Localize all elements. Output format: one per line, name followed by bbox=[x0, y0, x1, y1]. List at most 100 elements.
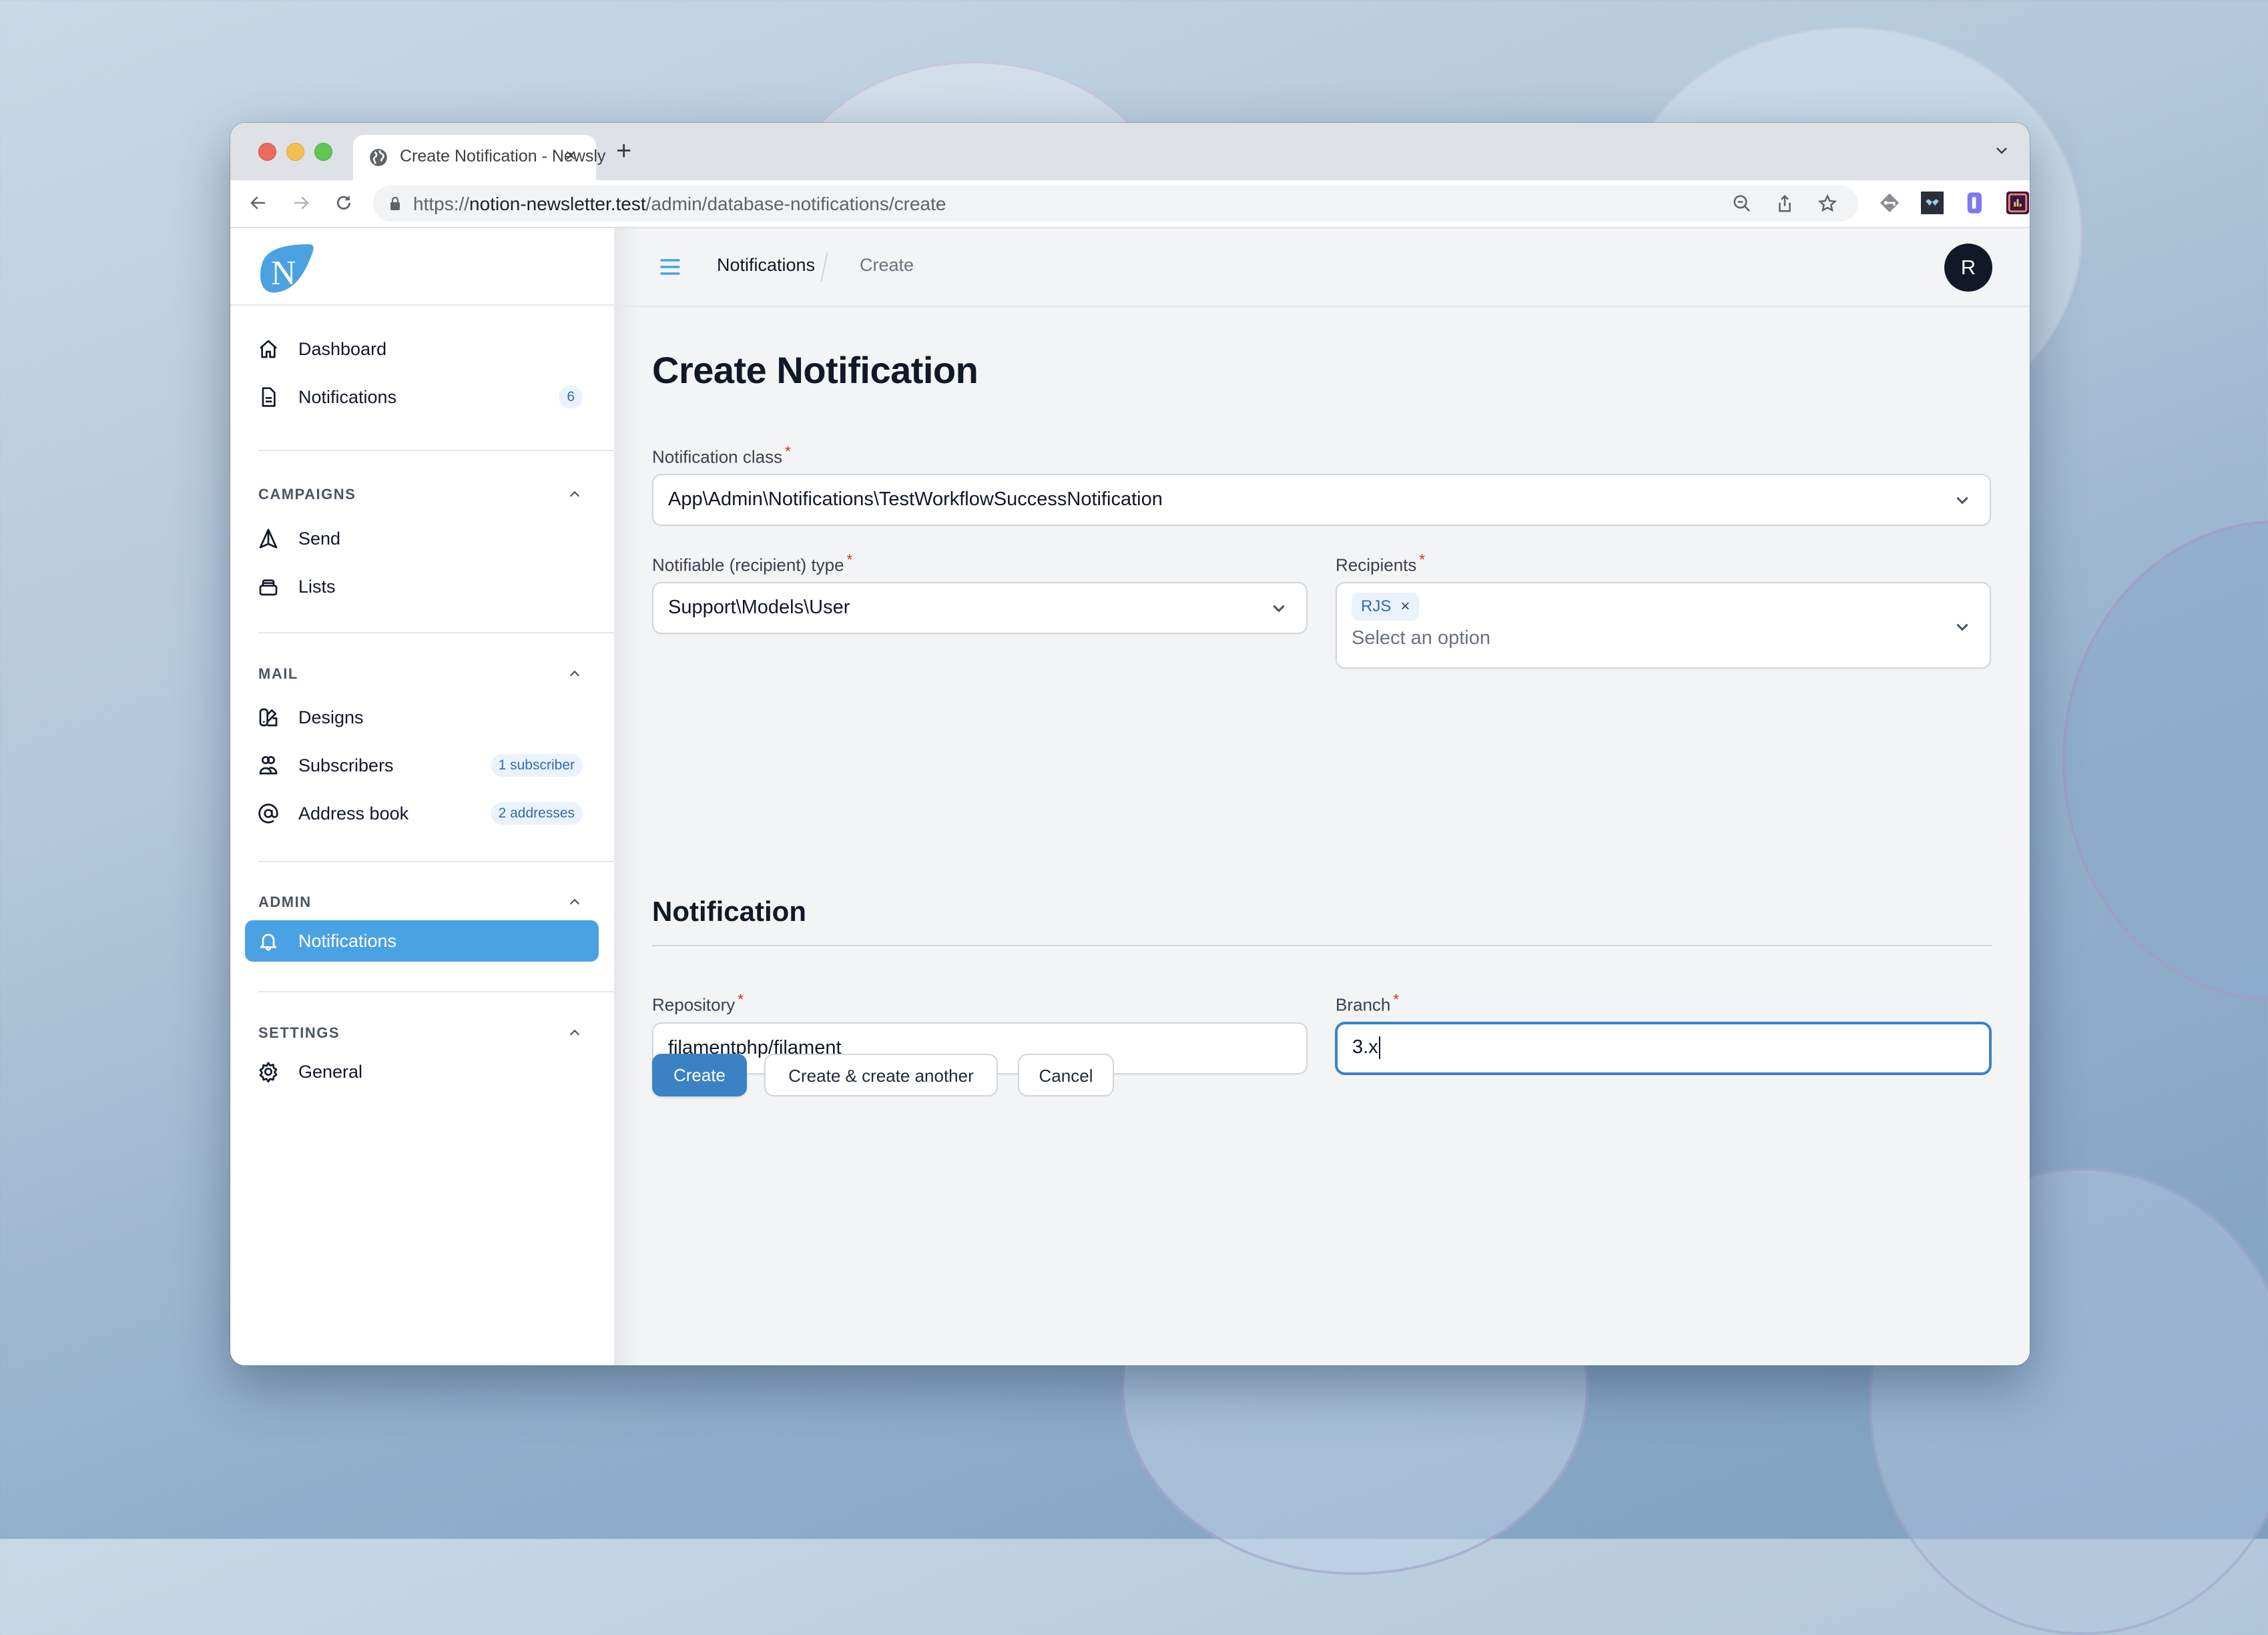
input-value-wrap: 3.x bbox=[1352, 1036, 1380, 1060]
address-bar[interactable]: https://notion-newsletter.test/admin/dat… bbox=[373, 186, 1858, 222]
notification-class-label: Notification class * bbox=[652, 443, 791, 468]
wallpaper-shape bbox=[2062, 521, 2268, 1001]
create-button[interactable]: Create bbox=[652, 1054, 747, 1096]
sidebar-item-dashboard[interactable]: Dashboard bbox=[245, 328, 599, 370]
sidebar: N Dashboard Notifications 6 CAMPAIGNS Se… bbox=[230, 228, 615, 1365]
sidebar-item-label: Subscribers bbox=[298, 755, 394, 775]
sidebar-item-send[interactable]: Send bbox=[245, 518, 599, 559]
bookmark-star-icon[interactable] bbox=[1817, 194, 1837, 214]
notifiable-type-label: Notifiable (recipient) type * bbox=[652, 551, 852, 576]
chevron-up-icon[interactable] bbox=[567, 487, 582, 502]
sidebar-divider bbox=[258, 991, 614, 992]
tab-close-icon[interactable]: × bbox=[565, 144, 576, 167]
url-host: notion-newsletter.test bbox=[469, 194, 646, 214]
sidebar-item-address-book[interactable]: Address book 2 addresses bbox=[245, 793, 599, 834]
count-badge: 2 addresses bbox=[490, 802, 583, 825]
notifiable-type-select[interactable]: Support\Models\User bbox=[652, 582, 1308, 634]
app-page: N Dashboard Notifications 6 CAMPAIGNS Se… bbox=[230, 228, 2030, 1365]
chevron-up-icon[interactable] bbox=[567, 1026, 582, 1040]
required-asterisk: * bbox=[846, 551, 853, 568]
newsly-logo[interactable]: N bbox=[257, 243, 314, 294]
user-avatar[interactable]: R bbox=[1944, 244, 1992, 292]
sidebar-item-lists[interactable]: Lists bbox=[245, 566, 599, 607]
top-bar: Notifications Create R bbox=[615, 228, 2030, 307]
sidebar-header: N bbox=[230, 228, 614, 306]
cancel-button[interactable]: Cancel bbox=[1018, 1054, 1114, 1096]
reload-button[interactable] bbox=[332, 191, 356, 215]
group-label-settings: SETTINGS bbox=[258, 1024, 340, 1041]
text-caret bbox=[1378, 1036, 1380, 1060]
chip-label: RJS bbox=[1361, 597, 1392, 615]
group-label-mail: MAIL bbox=[258, 665, 298, 682]
tab-search-chevron-icon[interactable] bbox=[1994, 143, 2010, 159]
extension-d-icon[interactable] bbox=[1964, 192, 1986, 214]
recipients-label: Recipients * bbox=[1336, 551, 1425, 576]
forward-button[interactable] bbox=[289, 191, 313, 215]
group-label-campaigns: CAMPAIGNS bbox=[258, 486, 356, 503]
extension-key-icon[interactable] bbox=[1878, 192, 1901, 214]
sidebar-item-admin-notifications[interactable]: Notifications bbox=[245, 920, 599, 962]
new-tab-button[interactable]: + bbox=[616, 137, 631, 164]
chip-remove-icon[interactable]: × bbox=[1400, 597, 1410, 616]
url-scheme: https:// bbox=[413, 194, 470, 214]
at-symbol-icon bbox=[258, 803, 278, 824]
recipients-placeholder[interactable]: Select an option bbox=[1352, 627, 1490, 649]
breadcrumb-notifications[interactable]: Notifications bbox=[717, 255, 815, 276]
lock-icon[interactable] bbox=[389, 196, 401, 211]
sidebar-divider bbox=[258, 632, 614, 633]
required-asterisk: * bbox=[1419, 551, 1425, 568]
reload-icon bbox=[336, 195, 351, 210]
page-title: Create Notification bbox=[652, 349, 978, 391]
section-heading: Notification bbox=[652, 896, 806, 927]
sidebar-item-label: Send bbox=[298, 529, 341, 549]
minimize-window-button[interactable] bbox=[286, 143, 304, 161]
sidebar-item-label: General bbox=[298, 1062, 363, 1082]
sidebar-item-subscribers[interactable]: Subscribers 1 subscriber bbox=[245, 745, 599, 786]
inbox-stack-icon bbox=[259, 579, 278, 596]
close-window-button[interactable] bbox=[258, 143, 276, 161]
sidebar-item-designs[interactable]: Designs bbox=[245, 697, 599, 738]
selected-value: App\Admin\Notifications\TestWorkflowSucc… bbox=[668, 488, 1163, 510]
logo-letter: N bbox=[271, 254, 296, 292]
extension-dark-icon[interactable] bbox=[1921, 192, 1944, 214]
recipients-multiselect[interactable]: RJS × Select an option bbox=[1336, 582, 1991, 669]
group-label-admin: ADMIN bbox=[258, 894, 312, 910]
users-icon bbox=[259, 756, 278, 775]
chevron-up-icon[interactable] bbox=[567, 895, 582, 910]
paper-airplane-icon bbox=[259, 529, 278, 549]
swatch-icon bbox=[259, 708, 278, 727]
notification-class-select[interactable]: App\Admin\Notifications\TestWorkflowSucc… bbox=[652, 474, 1991, 526]
recipient-chip: RJS × bbox=[1352, 593, 1420, 621]
bell-icon bbox=[260, 934, 276, 951]
url-text[interactable]: https://notion-newsletter.test/admin/dat… bbox=[413, 194, 946, 215]
label-text: Repository bbox=[652, 994, 736, 1015]
sidebar-item-label: Dashboard bbox=[298, 339, 387, 359]
back-arrow-icon bbox=[250, 196, 265, 210]
input-value: 3.x bbox=[1352, 1036, 1378, 1058]
chevron-down-icon bbox=[1956, 497, 1968, 505]
hamburger-menu-icon[interactable] bbox=[660, 258, 680, 276]
breadcrumb-create: Create bbox=[860, 255, 914, 275]
create-and-create-another-button[interactable]: Create & create another bbox=[764, 1054, 998, 1096]
sidebar-item-general[interactable]: General bbox=[245, 1051, 599, 1092]
selected-value: Support\Models\User bbox=[668, 597, 850, 618]
sidebar-divider bbox=[258, 450, 614, 451]
browser-window: Create Notification - Newsly × + https:/… bbox=[230, 123, 2030, 1365]
share-icon[interactable] bbox=[1775, 194, 1795, 214]
sidebar-item-notifications[interactable]: Notifications 6 bbox=[245, 376, 599, 418]
count-badge: 6 bbox=[559, 386, 583, 408]
chevron-up-icon[interactable] bbox=[567, 667, 582, 681]
tab-strip: Create Notification - Newsly × + bbox=[230, 123, 2030, 180]
extension-analytics-icon[interactable] bbox=[2006, 192, 2029, 214]
maximize-window-button[interactable] bbox=[314, 143, 332, 161]
url-path: /admin/database-notifications/create bbox=[645, 194, 946, 214]
back-button[interactable] bbox=[246, 191, 270, 215]
label-text: Branch bbox=[1336, 994, 1391, 1015]
zoom-out-icon[interactable] bbox=[1732, 194, 1752, 214]
browser-tab-active[interactable]: Create Notification - Newsly × bbox=[353, 135, 605, 180]
cog-icon bbox=[259, 1062, 278, 1082]
chevron-down-icon bbox=[1273, 605, 1285, 613]
browser-toolbar: https://notion-newsletter.test/admin/dat… bbox=[230, 180, 2030, 228]
branch-input[interactable]: 3.x bbox=[1336, 1022, 1991, 1074]
required-asterisk: * bbox=[785, 443, 791, 460]
